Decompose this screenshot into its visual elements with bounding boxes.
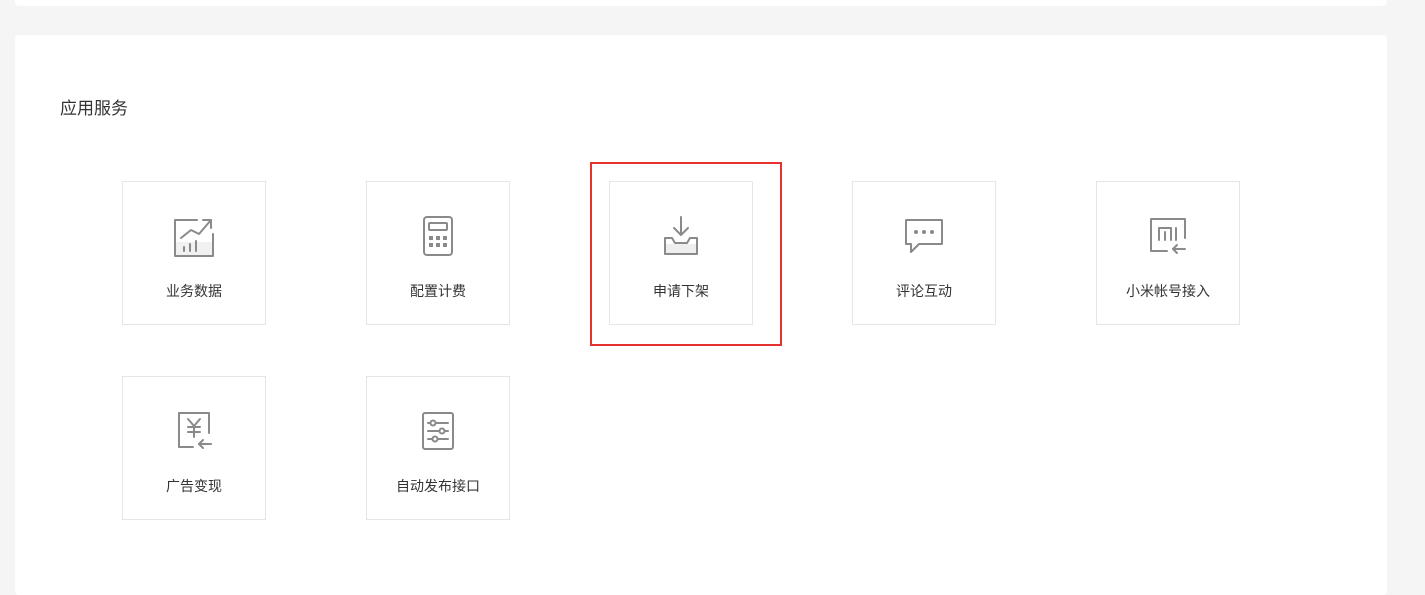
business-data-chart-icon	[174, 219, 214, 257]
calculator-icon	[423, 216, 453, 256]
tile-label: 业务数据	[166, 284, 222, 300]
tile-label: 申请下架	[653, 284, 709, 300]
tile-auto-publish-api[interactable]: 自动发布接口	[366, 376, 510, 520]
tile-label: 评论互动	[896, 284, 952, 300]
yen-return-icon	[178, 412, 212, 449]
tile-business-data[interactable]: 业务数据	[122, 181, 266, 325]
section-title: 应用服务	[60, 99, 128, 119]
mi-account-icon	[1150, 218, 1186, 254]
tile-label: 小米帐号接入	[1126, 284, 1210, 300]
comment-bubble-icon	[905, 219, 943, 253]
tile-mi-account[interactable]: 小米帐号接入	[1096, 181, 1240, 325]
sliders-list-icon	[422, 412, 454, 450]
tile-request-delist[interactable]: 申请下架	[609, 181, 753, 325]
tile-pricing-config[interactable]: 配置计费	[366, 181, 510, 325]
tile-comment-interaction[interactable]: 评论互动	[852, 181, 996, 325]
tile-label: 广告变现	[166, 479, 222, 495]
tile-label: 自动发布接口	[396, 479, 480, 495]
tile-ad-monetization[interactable]: 广告变现	[122, 376, 266, 520]
inbox-download-icon	[664, 216, 698, 255]
tile-label: 配置计费	[410, 284, 466, 300]
top-card	[15, 0, 1387, 6]
